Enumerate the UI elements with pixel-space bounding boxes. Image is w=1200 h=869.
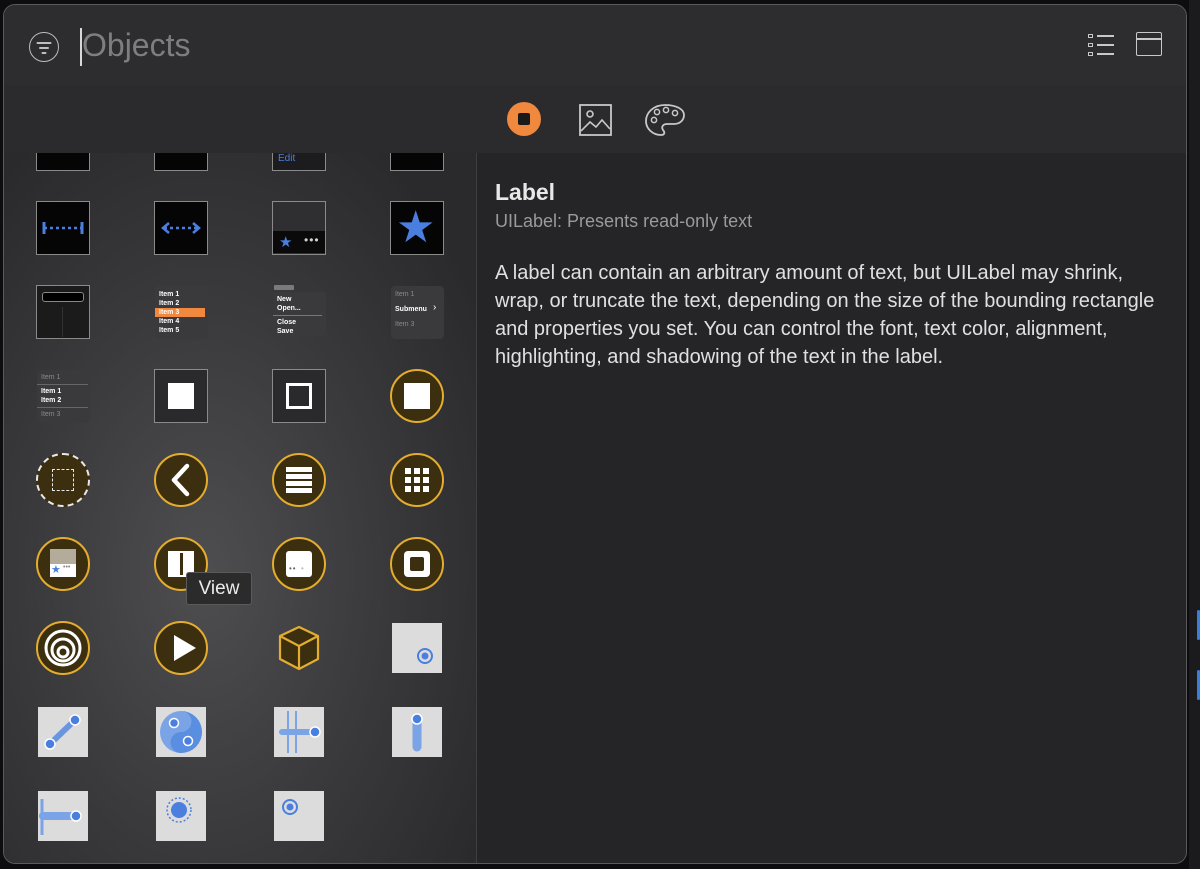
dashed-view-controller-item[interactable]: [34, 451, 92, 509]
media-icon[interactable]: [578, 102, 614, 138]
tooltip: View: [186, 572, 252, 605]
show-detail-panel-icon[interactable]: [1136, 32, 1162, 56]
table-view-controller-item[interactable]: [270, 451, 328, 509]
collection-view-controller-item[interactable]: [388, 451, 446, 509]
stepper-item[interactable]: [152, 199, 210, 257]
screen-edge-pan-gesture-recognizer-item[interactable]: [34, 787, 92, 845]
search-bar: [4, 5, 1186, 86]
view-controller-item[interactable]: [388, 367, 446, 425]
tab-bar-item[interactable]: ★ •••: [270, 199, 328, 257]
edit-label: Edit: [278, 153, 296, 164]
list-item[interactable]: Item 1 Item 1 Item 2 Item 3: [34, 367, 92, 425]
page-view-controller-item[interactable]: •• •: [270, 535, 328, 593]
long-press-gesture-recognizer-item[interactable]: [152, 787, 210, 845]
tab-bar-controller-item[interactable]: ★ •••: [34, 535, 92, 593]
star-icon[interactable]: ★: [388, 199, 446, 257]
tap-gesture-recognizer-item[interactable]: [388, 619, 446, 677]
storyboard-reference-item[interactable]: [34, 619, 92, 677]
chevron-right-icon: ›: [433, 302, 437, 313]
library-item[interactable]: [152, 153, 210, 173]
object-grid: Edit ★ ••• ★ Item 1 Item 2 Item 3 Item 4…: [4, 153, 476, 863]
hover-gesture-recognizer-item[interactable]: [270, 787, 328, 845]
rotation-gesture-recognizer-item[interactable]: [152, 703, 210, 761]
menu-item[interactable]: New Open... Close Save: [270, 283, 328, 341]
objects-icon[interactable]: [507, 102, 543, 138]
player-view-controller-item[interactable]: [152, 619, 210, 677]
swipe-gesture-recognizer-item[interactable]: [270, 703, 328, 761]
view-item[interactable]: [152, 367, 210, 425]
page-control-item[interactable]: [34, 199, 92, 257]
library-item[interactable]: [388, 153, 446, 173]
hosting-controller-item[interactable]: [388, 535, 446, 593]
color-palette-icon[interactable]: [644, 102, 685, 138]
container-view-item[interactable]: [270, 367, 328, 425]
filter-icon[interactable]: [29, 32, 59, 62]
submenu-item[interactable]: Item 1 Submenu Item 3 ›: [388, 283, 446, 341]
search-input[interactable]: [82, 23, 982, 67]
object-cube-icon[interactable]: [270, 619, 328, 677]
library-item[interactable]: Edit: [270, 153, 328, 173]
library-item[interactable]: [34, 153, 92, 173]
background-window-edge: [1189, 0, 1200, 869]
detail-description: A label can contain an arbitrary amount …: [495, 262, 1155, 368]
object-library-window: Edit ★ ••• ★ Item 1: [3, 4, 1187, 864]
navigation-controller-item[interactable]: [152, 451, 210, 509]
detail-subtitle: UILabel: Presents read-only text: [495, 211, 753, 231]
list-view-icon[interactable]: [1088, 32, 1116, 60]
table-view-item[interactable]: Item 1 Item 2 Item 3 Item 4 Item 5: [152, 283, 210, 341]
pinch-gesture-recognizer-item[interactable]: [34, 703, 92, 761]
pan-gesture-recognizer-item[interactable]: [388, 703, 446, 761]
library-tab-bar: [4, 85, 1186, 154]
detail-pane: Label UILabel: Presents read-only text A…: [477, 153, 1186, 863]
search-bar-item[interactable]: [34, 283, 92, 341]
detail-title: Label: [495, 179, 556, 205]
